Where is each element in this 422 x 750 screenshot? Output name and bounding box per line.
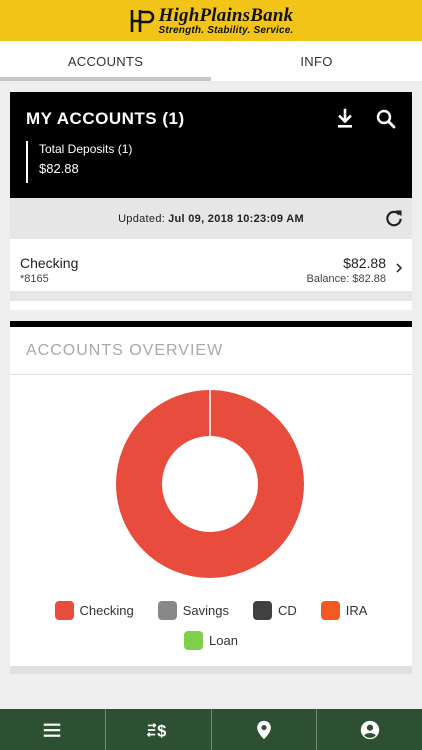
updated-bar: Updated: Jul 09, 2018 10:23:09 AM — [10, 198, 412, 239]
my-accounts-title: MY ACCOUNTS (1) — [26, 109, 185, 128]
account-amount: $82.88 — [343, 255, 386, 271]
legend-label: Checking — [79, 602, 134, 618]
legend-item-loan[interactable]: Loan — [184, 630, 238, 650]
nav-transfer-button[interactable]: $ — [106, 709, 212, 750]
legend-label: Loan — [209, 632, 238, 648]
account-number: *8165 — [20, 273, 49, 285]
tab-accounts[interactable]: ACCOUNTS — [0, 41, 211, 81]
chevron-right-icon — [396, 263, 403, 273]
updated-timestamp: Jul 09, 2018 10:23:09 AM — [168, 212, 304, 225]
app-header: HighPlainsBank Strength. Stability. Serv… — [0, 0, 422, 41]
total-deposits[interactable]: Total Deposits (1) $82.88 — [26, 141, 132, 183]
account-row-checking[interactable]: Checking *8165 $82.88 Balance: $82.88 — [10, 239, 412, 301]
nav-menu-button[interactable] — [0, 709, 106, 750]
menu-icon — [44, 723, 61, 737]
legend-swatch — [54, 600, 74, 620]
profile-icon — [360, 720, 379, 739]
legend-label: IRA — [345, 602, 368, 618]
nav-location-button[interactable] — [212, 709, 318, 750]
transfer-icon: $ — [147, 722, 166, 740]
accounts-donut-chart — [116, 390, 304, 578]
nav-profile-button[interactable] — [317, 709, 422, 750]
legend-item-checking[interactable]: Checking — [54, 600, 134, 620]
legend-swatch — [184, 630, 204, 650]
my-accounts-card: MY ACCOUNTS (1) Total Deposits (1) $82.8… — [10, 92, 412, 310]
legend-label: Savings — [182, 602, 229, 618]
tab-info[interactable]: INFO — [211, 41, 422, 81]
svg-text:$: $ — [157, 722, 166, 740]
total-deposits-label: Total Deposits (1) — [39, 142, 133, 156]
refresh-icon[interactable] — [384, 208, 404, 228]
legend-row: Checking Savings CD IRA — [10, 595, 412, 625]
accounts-overview-card: ACCOUNTS OVERVIEW Checking Savings CD IR… — [10, 321, 412, 674]
updated-label: Updated: — [118, 212, 166, 225]
bank-name: HighPlainsBank — [158, 4, 294, 26]
bottom-nav: $ — [0, 709, 422, 750]
total-deposits-value: $82.88 — [39, 161, 79, 176]
legend-swatch — [253, 600, 272, 620]
account-name: Checking — [20, 255, 79, 271]
card-shadow — [10, 666, 412, 674]
legend-label: CD — [278, 602, 297, 618]
search-icon[interactable] — [374, 107, 398, 131]
legend-item-ira[interactable]: IRA — [320, 600, 368, 620]
main-tabs: ACCOUNTS INFO — [0, 41, 422, 81]
bank-logo-mark-icon — [130, 9, 154, 32]
account-balance: Balance: $82.88 — [306, 273, 386, 285]
legend-swatch — [157, 600, 177, 620]
legend-swatch — [320, 600, 340, 620]
bank-logo: HighPlainsBank Strength. Stability. Serv… — [129, 6, 294, 36]
bank-tagline: Strength. Stability. Service. — [158, 24, 294, 36]
chart-legend: Checking Savings CD IRA Loan — [10, 595, 412, 655]
my-accounts-header: MY ACCOUNTS (1) Total Deposits (1) $82.8… — [10, 92, 412, 198]
legend-item-cd[interactable]: CD — [253, 600, 297, 620]
location-icon — [257, 720, 271, 739]
download-icon[interactable] — [333, 107, 357, 131]
legend-row: Loan — [10, 625, 412, 655]
legend-item-savings[interactable]: Savings — [157, 600, 229, 620]
accounts-overview-title: ACCOUNTS OVERVIEW — [10, 327, 412, 375]
